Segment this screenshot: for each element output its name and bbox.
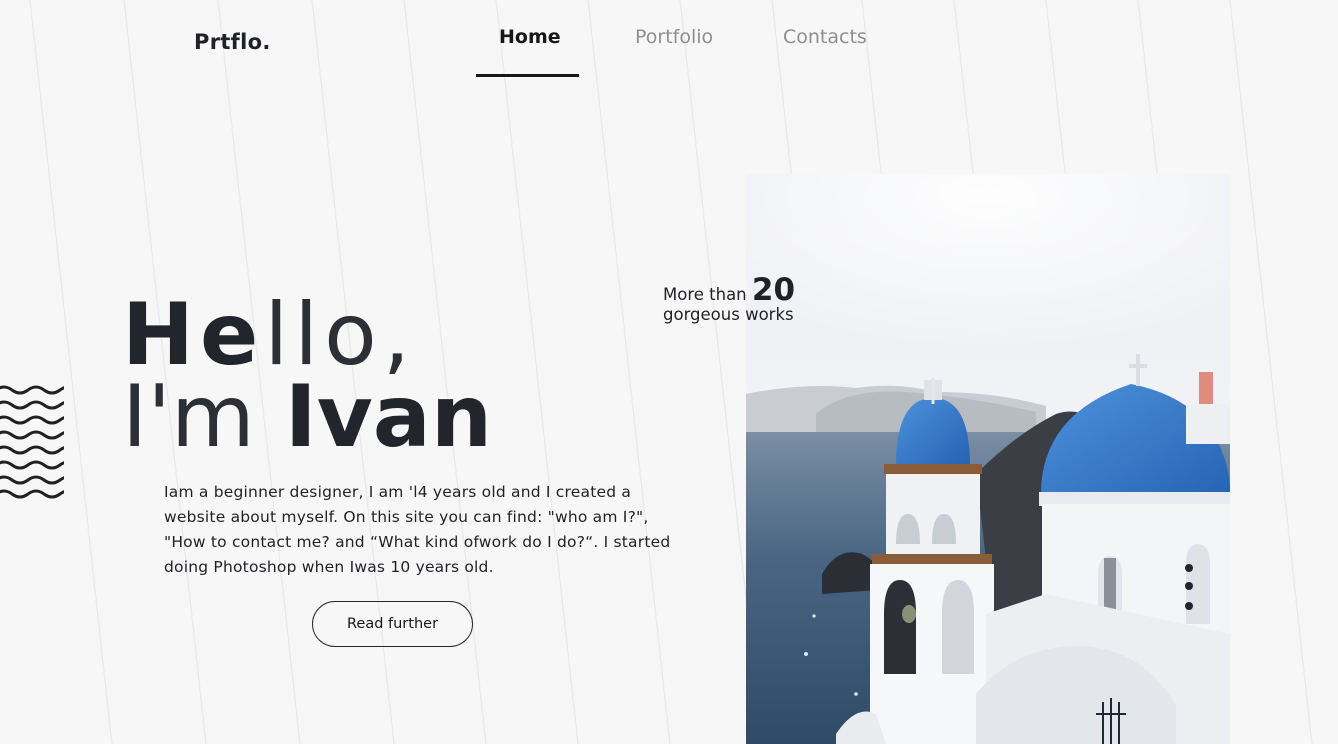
nav-contacts[interactable]: Contacts: [783, 26, 867, 48]
nav-home[interactable]: Home: [499, 26, 561, 48]
works-counter-line1: More than 20: [663, 272, 795, 308]
nav-portfolio[interactable]: Portfolio: [635, 26, 713, 48]
hero-heading: Hello, I'm Ivan: [122, 292, 492, 460]
brand-logo[interactable]: Prtflo.: [194, 30, 271, 54]
hero-line-hello: Hello,: [122, 292, 492, 378]
santorini-church-photo: [746, 174, 1230, 744]
nav-active-underline: [476, 74, 579, 77]
waves-decoration-icon: [0, 385, 64, 499]
works-counter: More than 20 gorgeous works: [663, 272, 795, 324]
read-further-button[interactable]: Read further: [312, 601, 473, 647]
hero-im-thin: I'm: [122, 367, 255, 467]
hero-line-name: I'm Ivan: [122, 374, 492, 460]
intro-paragraph: Iam a beginner designer, I am 'l4 years …: [164, 483, 671, 576]
works-counter-prefix: More than: [663, 285, 747, 304]
hero-name-bold: Ivan: [284, 367, 493, 467]
works-counter-suffix: gorgeous works: [663, 305, 794, 324]
works-counter-number: 20: [751, 272, 796, 308]
